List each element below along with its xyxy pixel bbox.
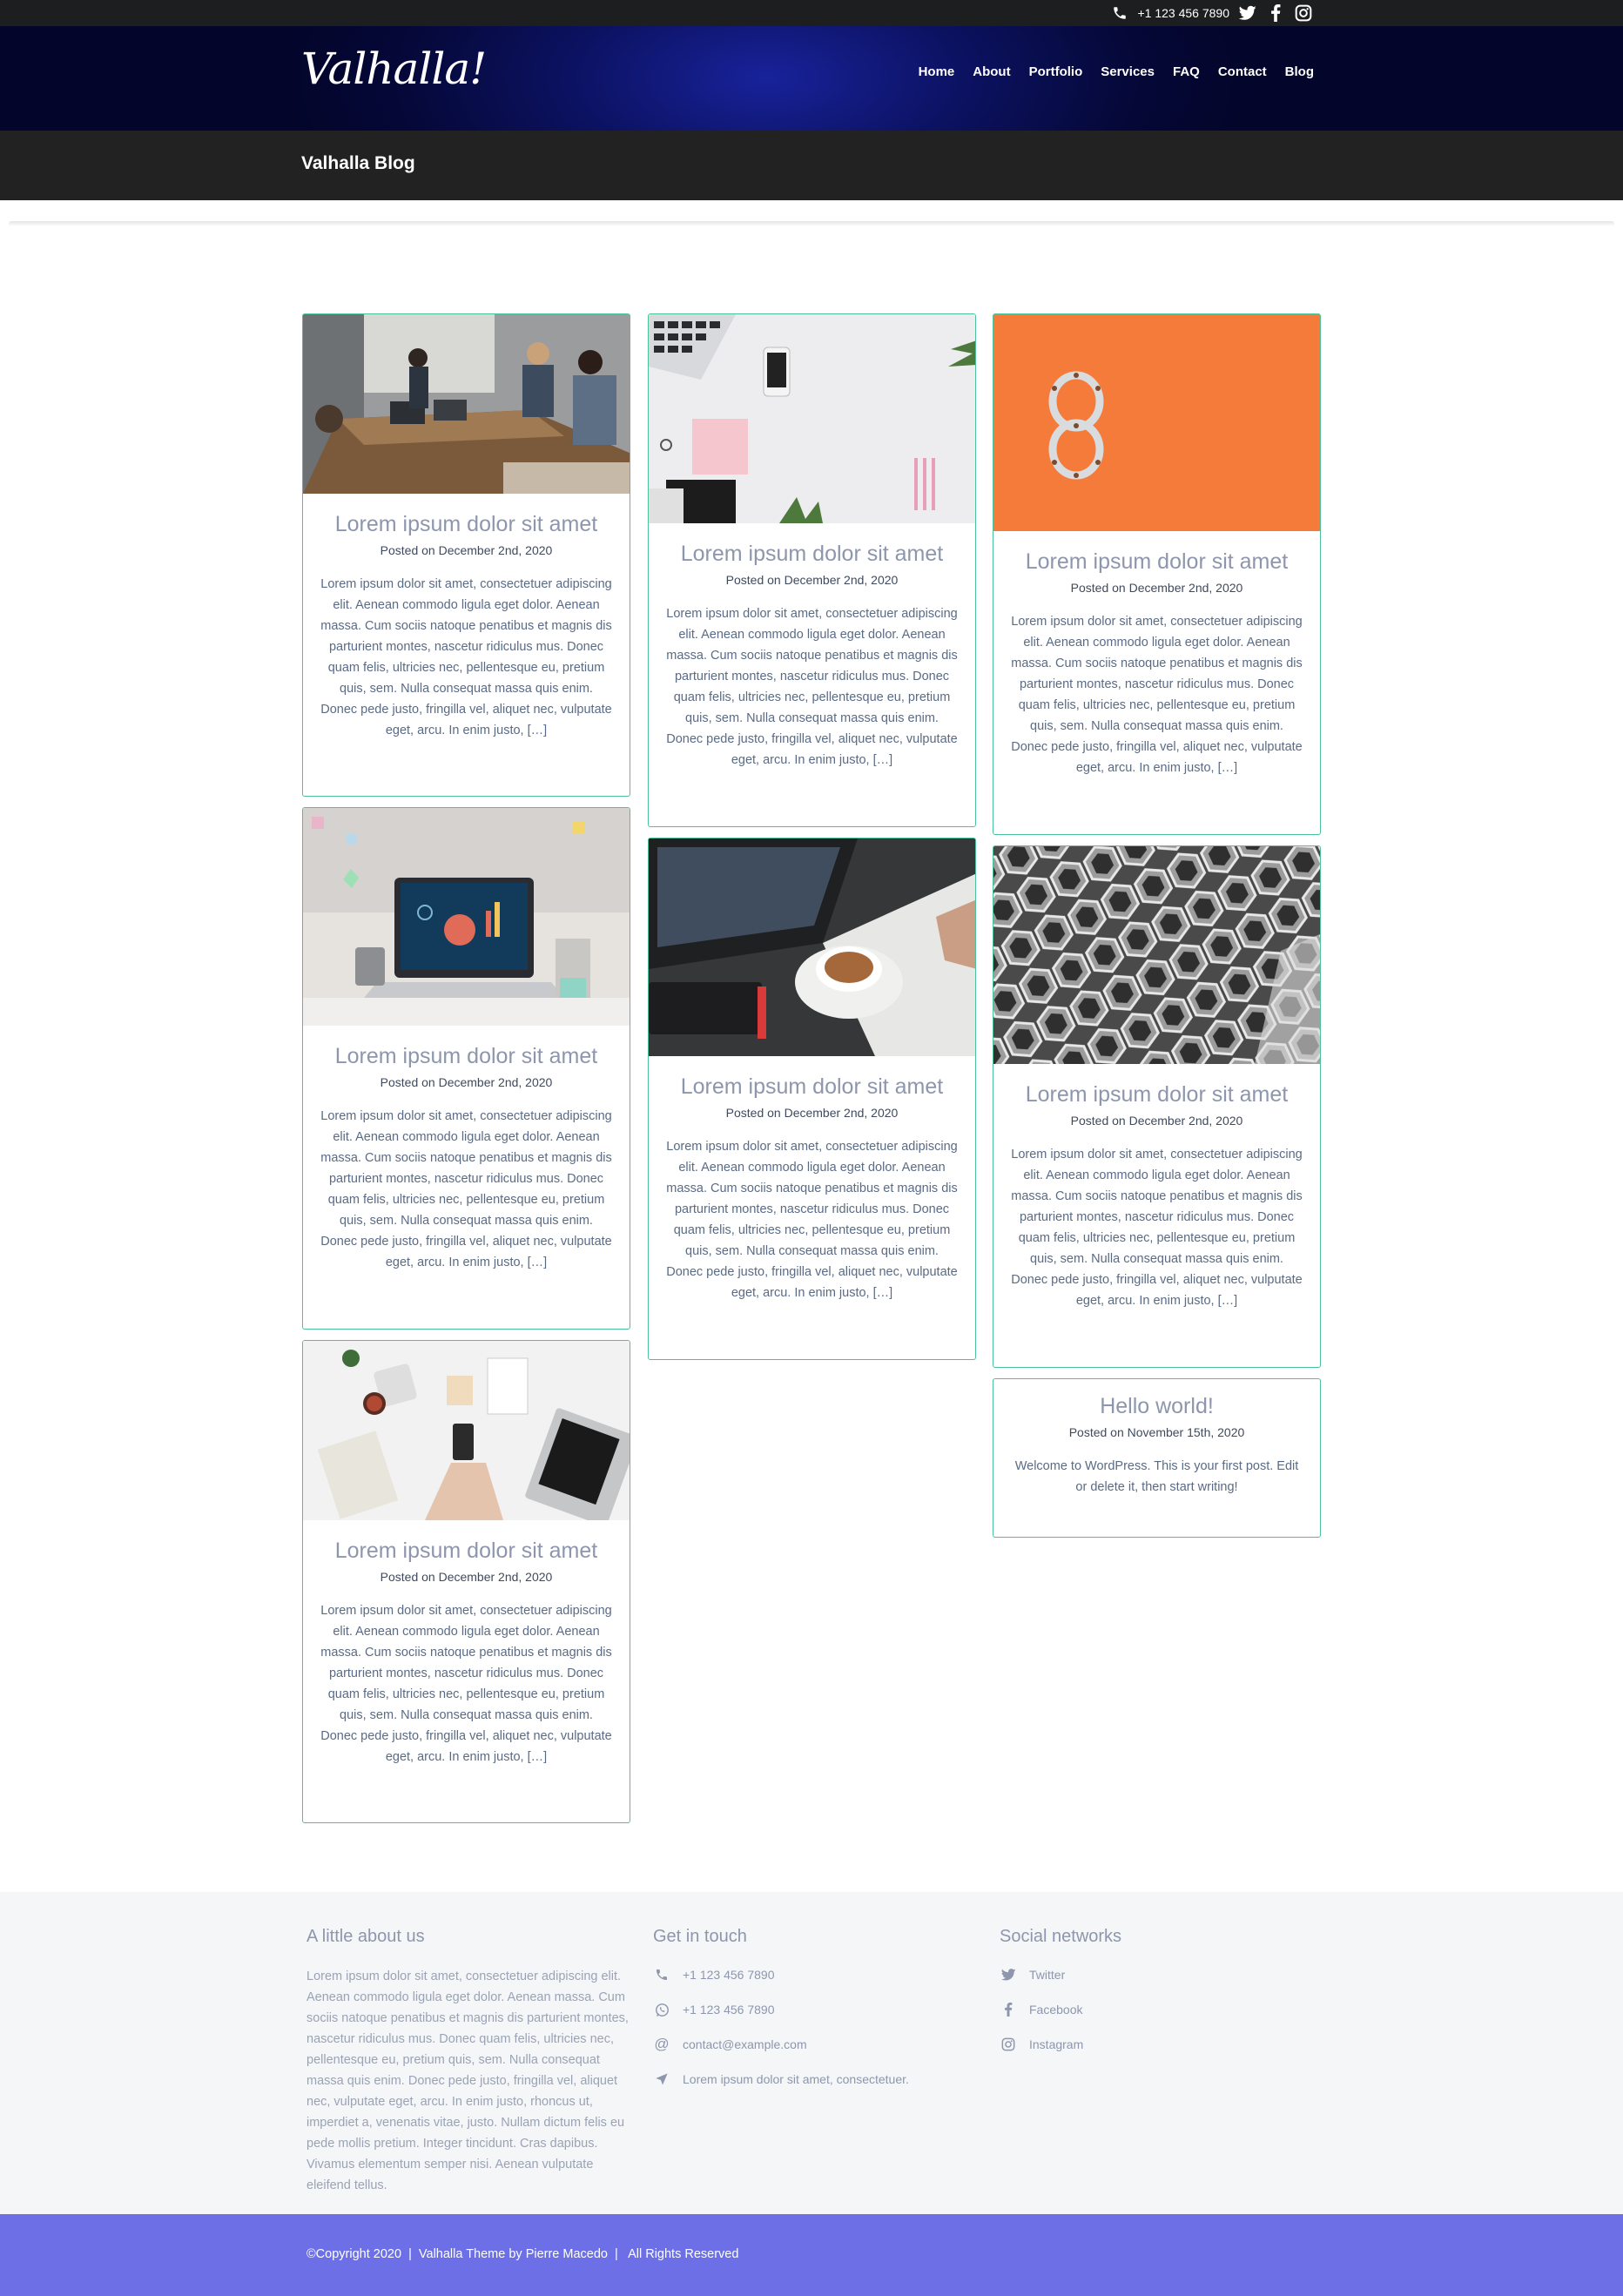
post-thumbnail[interactable] xyxy=(993,846,1320,1064)
copyright-bar: ©Copyright 2020 | Valhalla Theme by Pier… xyxy=(0,2214,1623,2296)
whatsapp-icon xyxy=(653,2003,670,2017)
post-card[interactable]: Lorem ipsum dolor sit amet Posted on Dec… xyxy=(648,313,976,827)
top-bar-contact: +1 123 456 7890 xyxy=(1110,0,1314,26)
footer-contact-phone[interactable]: +1 123 456 7890 xyxy=(653,1957,909,1992)
post-title[interactable]: Lorem ipsum dolor sit amet xyxy=(1011,1081,1303,1108)
post-title[interactable]: Lorem ipsum dolor sit amet xyxy=(320,511,612,537)
footer-heading: A little about us xyxy=(306,1927,425,1946)
twitter-icon xyxy=(1000,1969,1017,1981)
post-date: Posted on December 2nd, 2020 xyxy=(725,573,899,587)
post-thumbnail[interactable] xyxy=(993,314,1320,531)
post-title[interactable]: Lorem ipsum dolor sit amet xyxy=(666,1074,958,1100)
footer-about: A little about us Lorem ipsum dolor sit … xyxy=(306,1927,630,2196)
nav-item-services[interactable]: Services xyxy=(1101,64,1155,79)
post-card[interactable]: Lorem ipsum dolor sit amet Posted on Dec… xyxy=(302,1340,630,1823)
nav-item-contact[interactable]: Contact xyxy=(1218,64,1267,79)
nav-item-faq[interactable]: FAQ xyxy=(1173,64,1200,79)
post-date: Posted on December 2nd, 2020 xyxy=(1070,1114,1243,1128)
post-excerpt: Lorem ipsum dolor sit amet, consectetuer… xyxy=(320,1604,612,1764)
orange-chain-photo xyxy=(993,314,1320,531)
post-excerpt: Lorem ipsum dolor sit amet, consectetuer… xyxy=(666,607,958,767)
post-card[interactable]: Lorem ipsum dolor sit amet Posted on Dec… xyxy=(302,313,630,797)
phone-icon xyxy=(653,1968,670,1982)
footer-contact-text: contact@example.com xyxy=(683,2037,807,2051)
footer-contact-text: Lorem ipsum dolor sit amet, consectetuer… xyxy=(683,2072,909,2086)
post-date: Posted on December 2nd, 2020 xyxy=(725,1106,899,1120)
post-date: Posted on December 2nd, 2020 xyxy=(380,1570,553,1584)
post-excerpt: Lorem ipsum dolor sit amet, consectetuer… xyxy=(320,577,612,737)
at-icon: @ xyxy=(654,2036,670,2052)
nav-item-blog[interactable]: Blog xyxy=(1285,64,1314,79)
footer-social-facebook[interactable]: Facebook xyxy=(1000,1992,1121,2027)
laptop-coffee-photo xyxy=(649,838,975,1056)
copyright-text: ©Copyright 2020 | Valhalla Theme by Pier… xyxy=(306,2247,739,2261)
post-card[interactable]: Lorem ipsum dolor sit amet Posted on Dec… xyxy=(993,845,1321,1368)
location-arrow-icon xyxy=(653,2072,670,2086)
post-thumbnail[interactable] xyxy=(303,808,630,1026)
footer-social-label: Facebook xyxy=(1029,2003,1083,2017)
top-bar-phone[interactable]: +1 123 456 7890 xyxy=(1138,6,1230,20)
nav-item-home[interactable]: Home xyxy=(919,64,955,79)
footer-contact-email[interactable]: @ contact@example.com xyxy=(653,2027,909,2062)
footer-contact-address: Lorem ipsum dolor sit amet, consectetuer… xyxy=(653,2062,909,2097)
footer-heading: Get in touch xyxy=(653,1927,747,1946)
post-title[interactable]: Hello world! xyxy=(1011,1393,1303,1419)
post-excerpt: Lorem ipsum dolor sit amet, consectetuer… xyxy=(320,1109,612,1269)
instagram-icon xyxy=(1000,2037,1017,2051)
instagram-icon[interactable] xyxy=(1294,3,1313,23)
page-title: Valhalla Blog xyxy=(301,153,415,173)
nav-item-portfolio[interactable]: Portfolio xyxy=(1029,64,1083,79)
footer-social-label: Twitter xyxy=(1029,1968,1066,1982)
section-divider xyxy=(9,221,1614,226)
footer-contact-text: +1 123 456 7890 xyxy=(683,1968,775,1982)
post-title[interactable]: Lorem ipsum dolor sit amet xyxy=(1011,549,1303,575)
footer-contact-whatsapp[interactable]: +1 123 456 7890 xyxy=(653,1992,909,2027)
post-excerpt: Lorem ipsum dolor sit amet, consectetuer… xyxy=(1011,615,1303,775)
post-date: Posted on December 2nd, 2020 xyxy=(380,1075,553,1089)
post-date: Posted on December 2nd, 2020 xyxy=(1070,581,1243,595)
post-thumbnail[interactable] xyxy=(649,838,975,1056)
post-card[interactable]: Lorem ipsum dolor sit amet Posted on Dec… xyxy=(302,807,630,1330)
nav-item-about[interactable]: About xyxy=(973,64,1010,79)
meeting-room-photo xyxy=(303,314,630,494)
post-thumbnail[interactable] xyxy=(303,1341,630,1520)
footer-social-twitter[interactable]: Twitter xyxy=(1000,1957,1121,1992)
twitter-icon[interactable] xyxy=(1238,3,1257,23)
desk-flatlay-photo xyxy=(649,314,975,523)
facebook-icon xyxy=(1000,2003,1017,2017)
post-card[interactable]: Lorem ipsum dolor sit amet Posted on Dec… xyxy=(648,838,976,1360)
footer-social: Social networks Twitter Facebook Instagr… xyxy=(1000,1927,1121,2062)
footer-contact-text: +1 123 456 7890 xyxy=(683,2003,775,2017)
footer-social-label: Instagram xyxy=(1029,2037,1084,2051)
post-title[interactable]: Lorem ipsum dolor sit amet xyxy=(666,541,958,567)
workspace-phone-photo xyxy=(303,1341,630,1520)
laptop-dashboard-photo xyxy=(303,808,630,1026)
footer-contact: Get in touch +1 123 456 7890 +1 123 456 … xyxy=(653,1927,909,2097)
post-card[interactable]: Hello world! Posted on November 15th, 20… xyxy=(993,1378,1321,1538)
footer-heading: Social networks xyxy=(1000,1927,1122,1946)
post-title[interactable]: Lorem ipsum dolor sit amet xyxy=(320,1538,612,1564)
main-nav: Home About Portfolio Services FAQ Contac… xyxy=(919,64,1314,79)
page-title-band: Valhalla Blog xyxy=(0,131,1623,200)
post-title[interactable]: Lorem ipsum dolor sit amet xyxy=(320,1043,612,1069)
post-excerpt: Lorem ipsum dolor sit amet, consectetuer… xyxy=(1011,1148,1303,1308)
hexagon-building-photo xyxy=(993,846,1320,1064)
site-logo[interactable]: Valhalla! xyxy=(301,44,487,94)
phone-icon xyxy=(1110,3,1129,23)
site-footer: A little about us Lorem ipsum dolor sit … xyxy=(0,1892,1623,2214)
site-header: Valhalla! Home About Portfolio Services … xyxy=(0,26,1623,131)
post-thumbnail[interactable] xyxy=(649,314,975,523)
post-excerpt: Welcome to WordPress. This is your first… xyxy=(1014,1459,1299,1494)
post-date: Posted on November 15th, 2020 xyxy=(1068,1425,1245,1439)
footer-about-text: Lorem ipsum dolor sit amet, consectetuer… xyxy=(306,1969,629,2192)
post-excerpt: Lorem ipsum dolor sit amet, consectetuer… xyxy=(666,1140,958,1300)
facebook-icon[interactable] xyxy=(1266,3,1285,23)
post-card[interactable]: Lorem ipsum dolor sit amet Posted on Dec… xyxy=(993,313,1321,835)
post-thumbnail[interactable] xyxy=(303,314,630,494)
post-date: Posted on December 2nd, 2020 xyxy=(380,543,553,557)
top-bar: +1 123 456 7890 xyxy=(0,0,1623,26)
footer-social-instagram[interactable]: Instagram xyxy=(1000,2027,1121,2062)
